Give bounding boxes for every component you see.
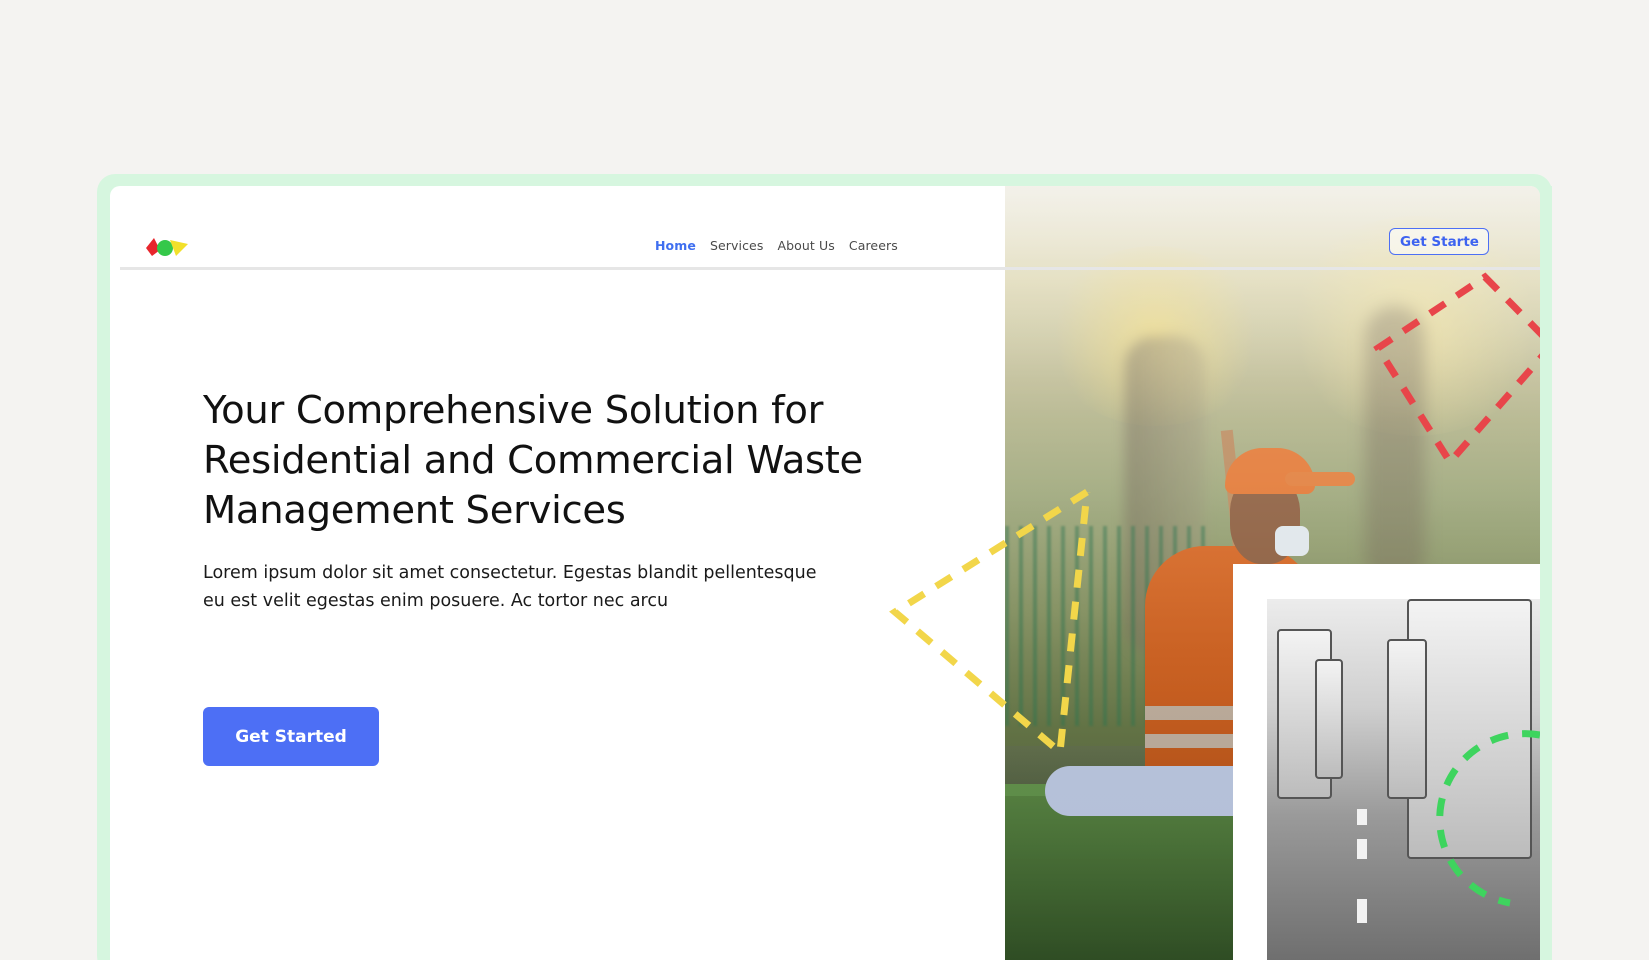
main-nav: Home Services About Us Careers [655,234,898,256]
header-get-started-button[interactable]: Get Starte [1389,228,1489,255]
header-divider [120,267,1540,270]
hero-title: Your Comprehensive Solution for Resident… [203,388,863,533]
nav-home[interactable]: Home [655,238,696,253]
site-header: Home Services About Us Careers [110,186,1540,270]
get-started-button[interactable]: Get Started [203,707,379,766]
truck-left-far [1315,659,1343,779]
brand-logo[interactable] [144,234,190,260]
logo-green-shape [157,240,173,256]
truck-right-far [1387,639,1427,799]
nav-about-us[interactable]: About Us [777,238,834,253]
road-line [1357,899,1367,923]
hero-subtitle: Lorem ipsum dolor sit amet consectetur. … [203,563,817,611]
outer-background-right [1552,170,1649,960]
frame-right-edge [1540,186,1552,960]
road-line [1357,809,1367,825]
trucks-photo [1267,599,1540,960]
nav-services[interactable]: Services [710,238,764,253]
nav-careers[interactable]: Careers [849,238,898,253]
road-line [1357,839,1367,859]
